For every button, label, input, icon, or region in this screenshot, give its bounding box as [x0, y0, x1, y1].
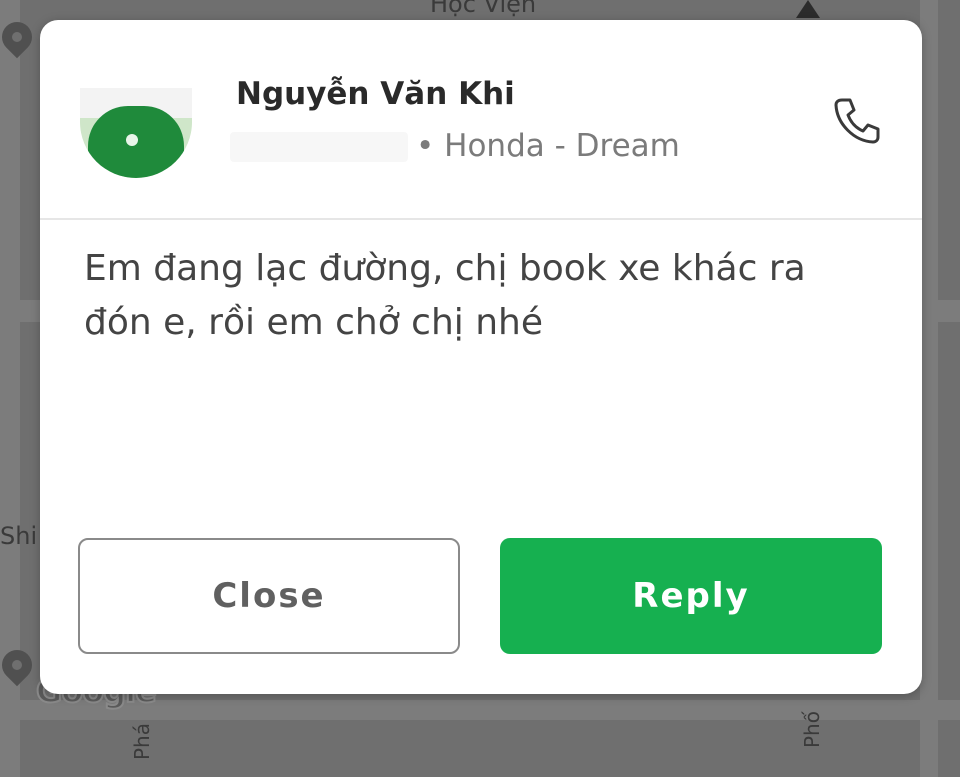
- map-label-top: Học Viện: [430, 0, 537, 18]
- location-marker-icon: [796, 0, 820, 18]
- dialog-header: Nguyễn Văn Khi • Honda - Dream: [40, 20, 922, 220]
- map-road: [920, 0, 938, 777]
- driver-message-dialog: Nguyễn Văn Khi • Honda - Dream Em đang l…: [40, 20, 922, 694]
- license-plate-redacted: [230, 132, 408, 162]
- map-label-bottom-left: Phá: [130, 723, 154, 760]
- driver-avatar: [80, 88, 192, 178]
- phone-icon[interactable]: [828, 92, 884, 148]
- message-text: Em đang lạc đường, chị book xe khác ra đ…: [84, 248, 806, 343]
- map-label-bottom-right: Phố: [800, 711, 824, 748]
- close-button[interactable]: Close: [78, 538, 460, 654]
- driver-name: Nguyễn Văn Khi: [236, 76, 515, 112]
- reply-button[interactable]: Reply: [500, 538, 882, 654]
- map-label-left: Shi: [0, 522, 38, 550]
- vehicle-info: • Honda - Dream: [416, 128, 680, 164]
